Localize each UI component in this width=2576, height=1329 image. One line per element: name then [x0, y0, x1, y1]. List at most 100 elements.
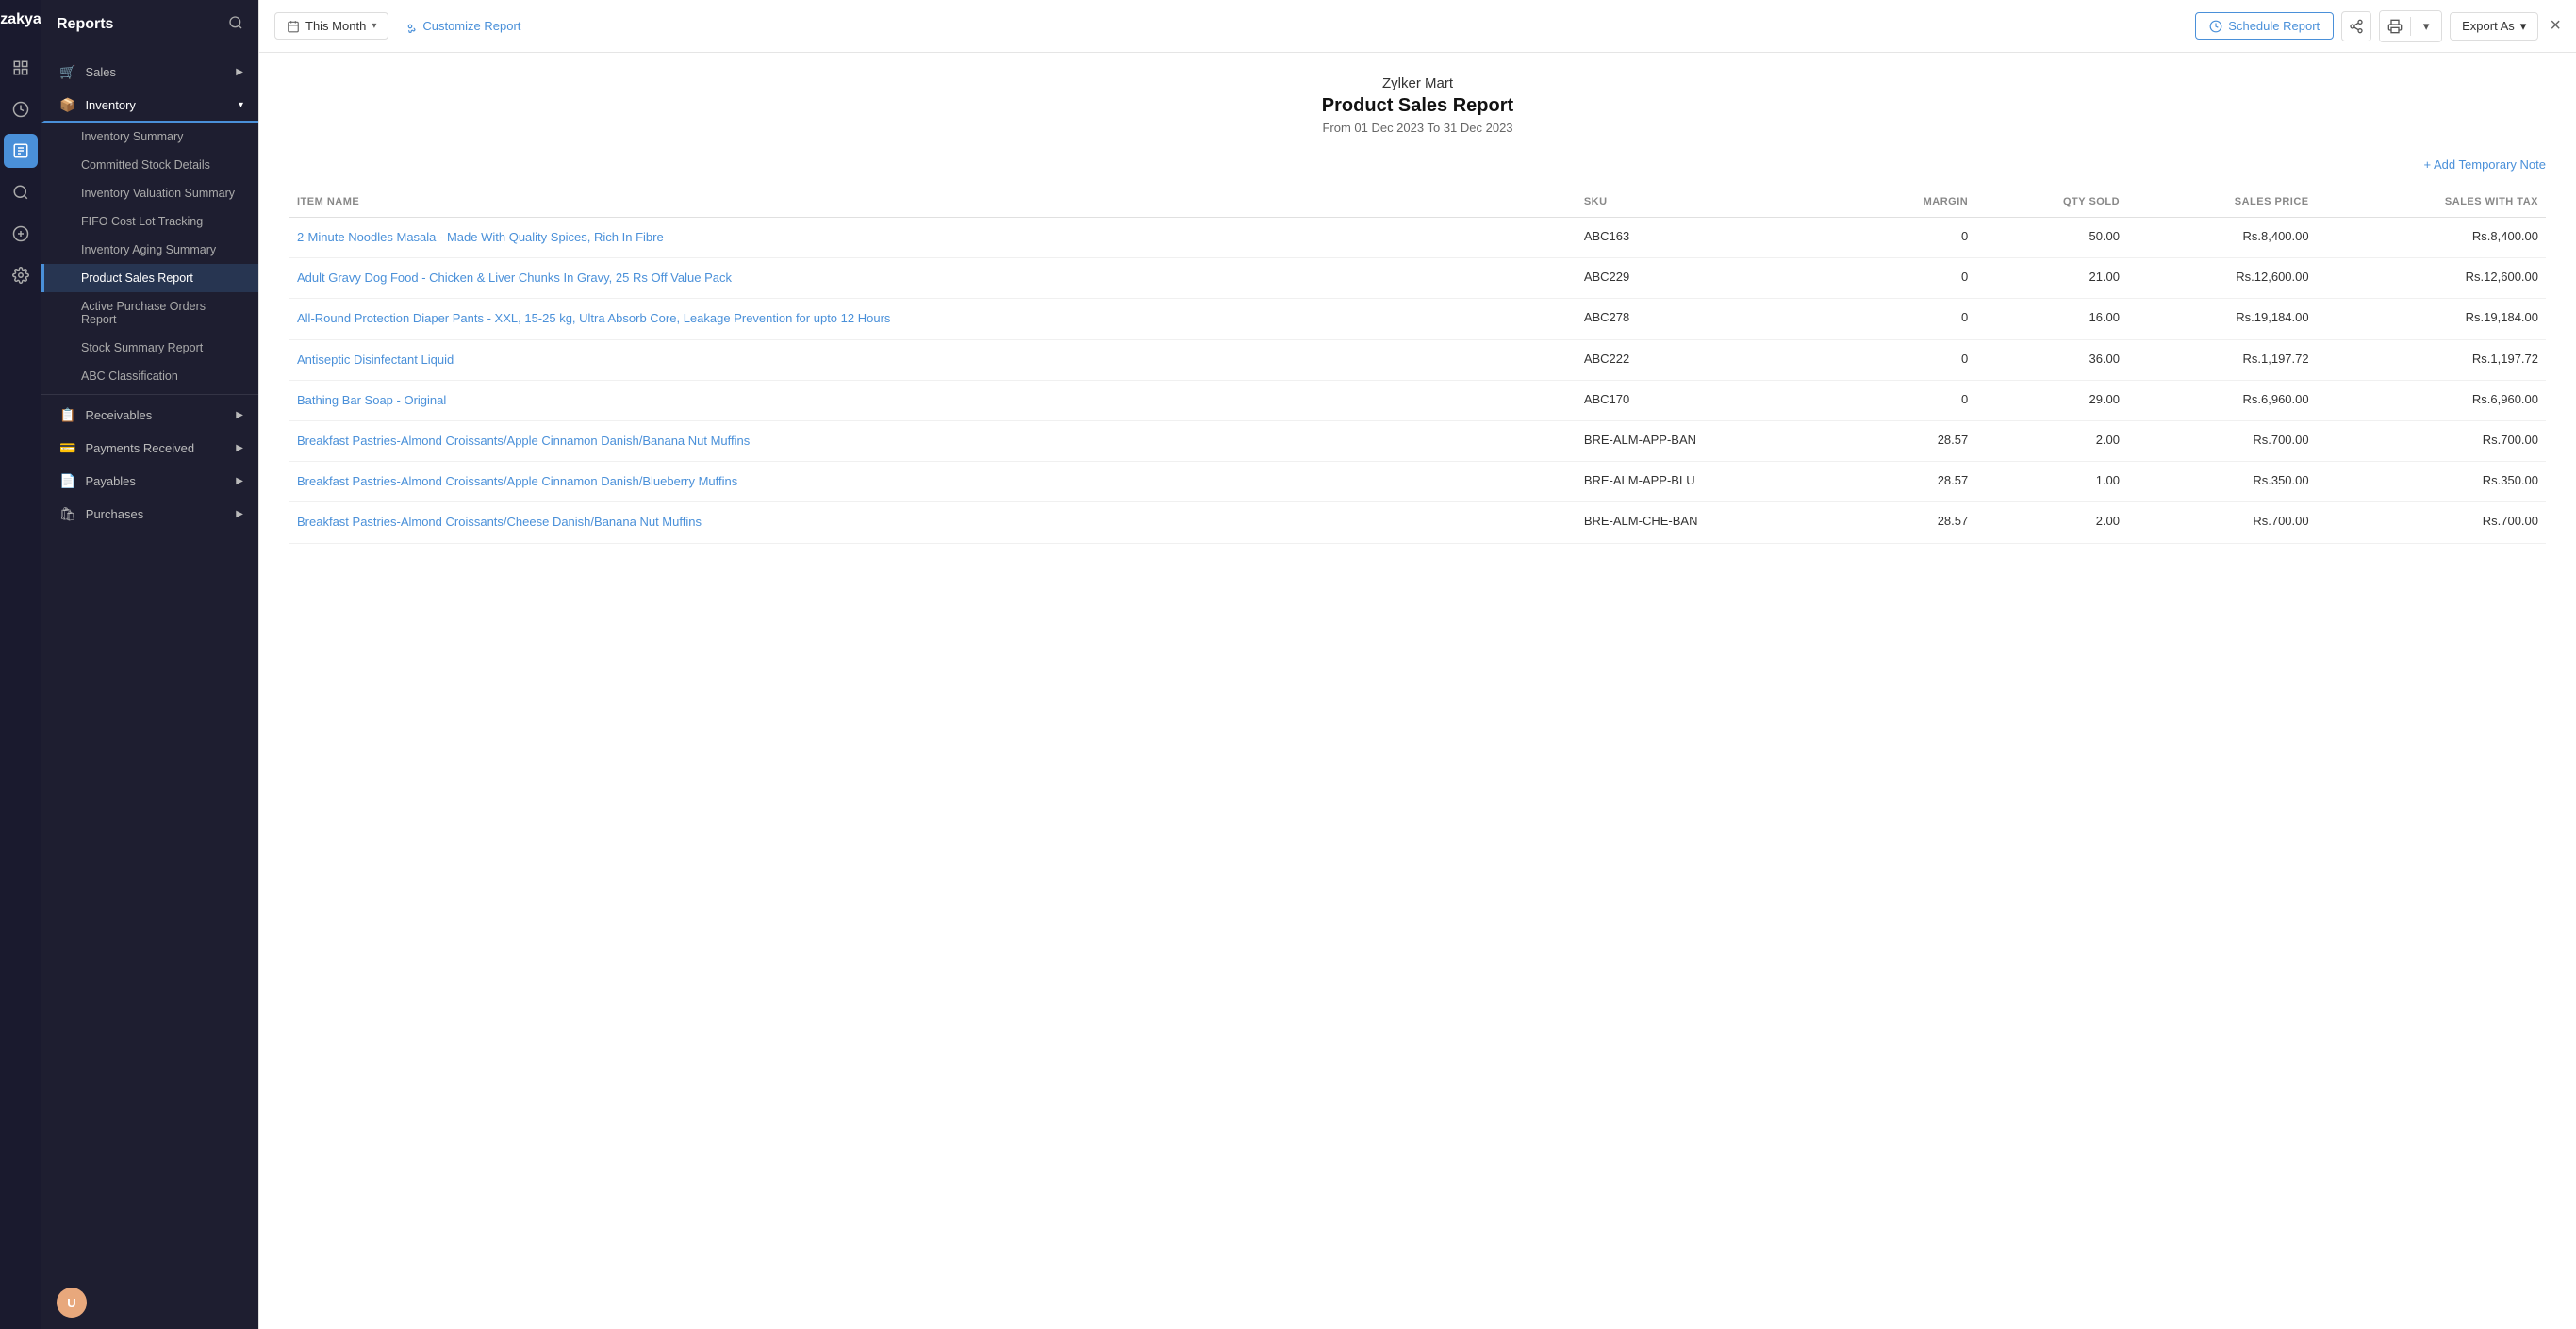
cell-sales-price: Rs.1,197.72 [2127, 339, 2317, 380]
purchases-arrow-icon: ▶ [236, 509, 243, 519]
cell-item-name: 2-Minute Noodles Masala - Made With Qual… [289, 218, 1577, 258]
inventory-arrow-icon: ▾ [239, 100, 243, 110]
item-name-link[interactable]: Adult Gravy Dog Food - Chicken & Liver C… [297, 271, 732, 285]
cell-margin: 0 [1849, 218, 1976, 258]
cell-sales-with-tax: Rs.8,400.00 [2317, 218, 2546, 258]
cell-sku: BRE-ALM-APP-BLU [1577, 462, 1849, 502]
receivables-icon: 📋 [59, 407, 75, 423]
col-qty-sold: QTY SOLD [1975, 187, 2127, 218]
table-row: Breakfast Pastries-Almond Croissants/App… [289, 462, 2546, 502]
item-name-link[interactable]: 2-Minute Noodles Masala - Made With Qual… [297, 230, 664, 244]
item-name-link[interactable]: Breakfast Pastries-Almond Croissants/App… [297, 434, 750, 448]
export-arrow-icon: ▾ [2520, 19, 2527, 34]
cell-sku: ABC170 [1577, 380, 1849, 420]
add-note-button[interactable]: + Add Temporary Note [289, 157, 2546, 172]
share-icon [2349, 19, 2364, 34]
cell-item-name: Bathing Bar Soap - Original [289, 380, 1577, 420]
rail-icon-add[interactable] [4, 217, 38, 251]
purchases-icon: 🛍 [59, 506, 76, 522]
col-item-name: ITEM NAME [289, 187, 1577, 218]
print-dropdown-button[interactable]: ▾ [2411, 11, 2441, 41]
cell-sales-price: Rs.700.00 [2127, 502, 2317, 543]
sidebar-sub-abc-class[interactable]: ABC Classification [41, 362, 258, 390]
export-label: Export As [2462, 19, 2515, 33]
user-avatar[interactable]: U [57, 1288, 87, 1318]
report-area: Zylker Mart Product Sales Report From 01… [259, 53, 2576, 1329]
date-arrow-icon: ▾ [372, 21, 376, 31]
sidebar-sub-fifo-cost[interactable]: FIFO Cost Lot Tracking [41, 207, 258, 236]
sidebar-sub-inv-aging[interactable]: Inventory Aging Summary [41, 236, 258, 264]
close-button[interactable]: × [2550, 15, 2561, 37]
rail-icon-search[interactable] [4, 175, 38, 209]
cell-sku: ABC278 [1577, 299, 1849, 339]
cell-sales-with-tax: Rs.6,960.00 [2317, 380, 2546, 420]
rail-icon-dashboard[interactable] [4, 51, 38, 85]
table-body: 2-Minute Noodles Masala - Made With Qual… [289, 218, 2546, 544]
sidebar-item-inventory[interactable]: 📦 Inventory ▾ [41, 89, 258, 123]
date-picker-button[interactable]: This Month ▾ [274, 12, 388, 40]
print-button[interactable] [2380, 11, 2410, 41]
table-row: All-Round Protection Diaper Pants - XXL,… [289, 299, 2546, 339]
cell-sales-price: Rs.8,400.00 [2127, 218, 2317, 258]
table-header-row: ITEM NAME SKU MARGIN QTY SOLD SALES PRIC… [289, 187, 2546, 218]
sidebar-sub-inventory-summary[interactable]: Inventory Summary [41, 123, 258, 151]
item-name-link[interactable]: Antiseptic Disinfectant Liquid [297, 353, 454, 367]
sidebar-item-payments[interactable]: 💳 Payments Received ▶ [41, 432, 258, 465]
sidebar-sub-active-po[interactable]: Active Purchase Orders Report [41, 292, 258, 334]
cell-sales-price: Rs.6,960.00 [2127, 380, 2317, 420]
rail-icon-sales[interactable] [4, 92, 38, 126]
sidebar-item-sales[interactable]: 🛒 Sales ▶ [41, 56, 258, 89]
export-button[interactable]: Export As ▾ [2450, 12, 2538, 41]
schedule-label: Schedule Report [2228, 19, 2320, 33]
payables-arrow-icon: ▶ [236, 476, 243, 486]
cell-sales-with-tax: Rs.19,184.00 [2317, 299, 2546, 339]
report-header: Zylker Mart Product Sales Report From 01… [289, 75, 2546, 135]
rail-icon-reports[interactable] [4, 134, 38, 168]
inventory-icon: 📦 [59, 97, 75, 113]
report-date-range: From 01 Dec 2023 To 31 Dec 2023 [289, 121, 2546, 135]
sidebar-item-payables[interactable]: 📄 Payables ▶ [41, 465, 258, 498]
print-arrow-icon: ▾ [2423, 19, 2430, 34]
cell-qty-sold: 36.00 [1975, 339, 2127, 380]
table-row: 2-Minute Noodles Masala - Made With Qual… [289, 218, 2546, 258]
item-name-link[interactable]: Breakfast Pastries-Almond Croissants/App… [297, 474, 737, 488]
cell-sales-with-tax: Rs.1,197.72 [2317, 339, 2546, 380]
cell-sku: ABC163 [1577, 218, 1849, 258]
share-button[interactable] [2341, 11, 2371, 41]
customize-label: Customize Report [422, 19, 520, 33]
icon-rail: zakya [0, 0, 41, 1329]
item-name-link[interactable]: All-Round Protection Diaper Pants - XXL,… [297, 311, 890, 325]
item-name-link[interactable]: Breakfast Pastries-Almond Croissants/Che… [297, 515, 702, 529]
sidebar-sub-stock-summary[interactable]: Stock Summary Report [41, 334, 258, 362]
cell-margin: 0 [1849, 299, 1976, 339]
rail-icon-settings[interactable] [4, 258, 38, 292]
cell-sales-price: Rs.12,600.00 [2127, 258, 2317, 299]
calendar-icon [287, 20, 300, 33]
sidebar-search-icon[interactable] [228, 15, 243, 33]
sidebar-sub-inv-valuation[interactable]: Inventory Valuation Summary [41, 179, 258, 207]
payments-icon: 💳 [59, 440, 75, 456]
sidebar-sub-committed-stock[interactable]: Committed Stock Details [41, 151, 258, 179]
cell-qty-sold: 21.00 [1975, 258, 2127, 299]
sidebar-sub-product-sales[interactable]: Product Sales Report [41, 264, 258, 292]
cell-margin: 0 [1849, 339, 1976, 380]
cell-sku: ABC229 [1577, 258, 1849, 299]
cell-qty-sold: 2.00 [1975, 420, 2127, 461]
sidebar: Reports 🛒 Sales ▶ 📦 Inventory ▾ Inventor… [41, 0, 258, 1329]
col-sales-price: SALES PRICE [2127, 187, 2317, 218]
item-name-link[interactable]: Bathing Bar Soap - Original [297, 393, 446, 407]
sidebar-item-payables-label: Payables [85, 474, 226, 488]
col-sales-with-tax: SALES WITH TAX [2317, 187, 2546, 218]
customize-report-button[interactable]: Customize Report [396, 13, 528, 39]
sidebar-item-receivables[interactable]: 📋 Receivables ▶ [41, 399, 258, 432]
cell-margin: 28.57 [1849, 420, 1976, 461]
cell-qty-sold: 2.00 [1975, 502, 2127, 543]
sidebar-item-purchases[interactable]: 🛍 Purchases ▶ [41, 498, 258, 531]
schedule-report-button[interactable]: Schedule Report [2195, 12, 2334, 40]
sidebar-title: Reports [57, 16, 113, 33]
table-row: Adult Gravy Dog Food - Chicken & Liver C… [289, 258, 2546, 299]
cell-margin: 28.57 [1849, 502, 1976, 543]
cell-margin: 0 [1849, 380, 1976, 420]
app-logo: zakya [0, 11, 41, 28]
col-sku: SKU [1577, 187, 1849, 218]
